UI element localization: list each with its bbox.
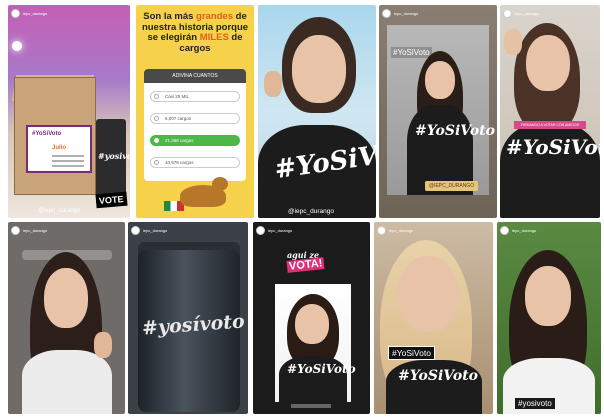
person-hand [504,29,522,55]
story-tile-6[interactable]: iepc_durango [8,222,125,414]
story-username: iepc_durango [268,228,293,233]
story-header: iepc_durango [382,9,418,18]
card-line [52,160,84,162]
hashtag-sticker[interactable]: #YoSiVoto [388,346,435,360]
avatar [256,226,265,235]
photo-credit-bar [291,404,331,408]
shirt-hashtag: #YoSiVoto [287,362,356,376]
story-tile-2[interactable]: Son la más grandes de nuestra historia p… [136,5,254,218]
tumbler-text: #yosivoto [98,151,130,161]
person-face [398,256,458,332]
person-face [292,35,346,103]
avatar [377,226,386,235]
person-face [425,61,455,99]
story-tile-3[interactable]: #YoSiVoto @iepc_durango [258,5,376,218]
person-face [526,35,570,91]
story-header: iepc_durango [256,226,292,235]
hashtag-sticker[interactable]: #YoSiVoto [391,47,432,58]
title-highlight: MILES [199,32,229,43]
mention-sticker[interactable]: @IEPC_DURANGO [425,181,479,191]
radio-icon [154,160,159,165]
story-username: iepc_durango [394,11,419,16]
radio-icon [154,94,159,99]
quiz-option-label: 10,578 cargos [165,160,194,165]
story-username: iepc_durango [143,228,168,233]
avatar [500,226,509,235]
person-face [525,266,571,326]
story-tile-10[interactable]: iepc_durango #yosivoto [497,222,601,414]
story-tile-9[interactable]: iepc_durango #YoSiVoto #YoSiVoto [374,222,493,414]
person-face [44,268,88,328]
story-username: iepc_durango [23,228,48,233]
story-tile-8[interactable]: iepc_durango agui ze VOTA! #YoSiVoto [253,222,370,414]
story-username: iepc_durango [512,228,537,233]
story-tile-4[interactable]: iepc_durango #YoSiVoto #YoSiVoto @IEPC_D… [379,5,497,218]
story-username: iepc_durango [515,11,540,16]
hashtag-sticker[interactable]: #yosivoto [515,398,555,409]
avatar [503,9,512,18]
person-face [295,304,329,344]
box-card: #YoSiVoto Julio [26,125,92,173]
check-icon [154,138,159,143]
radio-icon [154,116,159,121]
quiz-option-correct[interactable]: 21,368 cargos [150,135,240,146]
quiz-sticker[interactable]: ADIVINA CUANTOS Casi 25 MIL 6,007 cargos… [144,69,246,181]
quiz-title: Son la más grandes de nuestra historia p… [140,11,250,54]
story-header: iepc_durango [500,226,536,235]
card-line [52,165,84,167]
story-header: iepc_durango [11,9,47,18]
avatar [11,226,20,235]
person-hand [94,332,112,358]
sticker-text-bottom: VOTA! [286,257,325,273]
card-title: #YoSiVoto [32,131,62,137]
story-tile-1[interactable]: iepc_durango #YoSiVoto Julio #yosivoto V… [8,5,130,218]
quiz-option-label: 6,007 cargos [165,116,192,121]
shirt-hashtag: #YoSiVoto [506,135,600,159]
mention-tag[interactable]: @iepc_durango [38,208,80,214]
story-header: iepc_durango [377,226,413,235]
quiz-option[interactable]: 10,578 cargos [150,157,240,168]
story-header: iepc_durango [503,9,539,18]
vote-sticker: VOTE [95,191,128,209]
quiz-option-label: 21,368 cargos [165,138,194,143]
card-line [52,155,84,157]
avatar [11,9,20,18]
avatar [382,9,391,18]
title-text: Son la más [143,11,197,22]
story-username: iepc_durango [23,11,48,16]
person-hand [264,71,282,97]
quiz-option[interactable]: Casi 25 MIL [150,91,240,102]
dog-head [212,177,228,191]
story-tile-7[interactable]: iepc_durango #yosívoto [128,222,248,414]
quiz-header: ADIVINA CUANTOS [144,69,246,83]
title-highlight: grandes [196,11,234,22]
quiz-option-label: Casi 25 MIL [165,94,190,99]
vota-sticker[interactable]: agui ze VOTA! [286,250,337,276]
story-header: iepc_durango [131,226,167,235]
card-name: Julio [52,145,67,151]
mention-tag[interactable]: @iepc_durango [288,208,334,215]
story-tile-5[interactable]: iepc_durango FIRMANDO A VOTAR CON AMIGOS… [500,5,600,218]
avatar [131,226,140,235]
story-username: iepc_durango [389,228,414,233]
lamp-light [12,41,22,51]
person-shirt [22,350,112,414]
shirt-hashtag: #YoSiVoto [398,368,478,384]
shirt-hashtag: #YoSiVoto [415,123,495,139]
text-banner: FIRMANDO A VOTAR CON AMIGOS [514,121,586,129]
story-header: iepc_durango [11,226,47,235]
quiz-option[interactable]: 6,007 cargos [150,113,240,124]
